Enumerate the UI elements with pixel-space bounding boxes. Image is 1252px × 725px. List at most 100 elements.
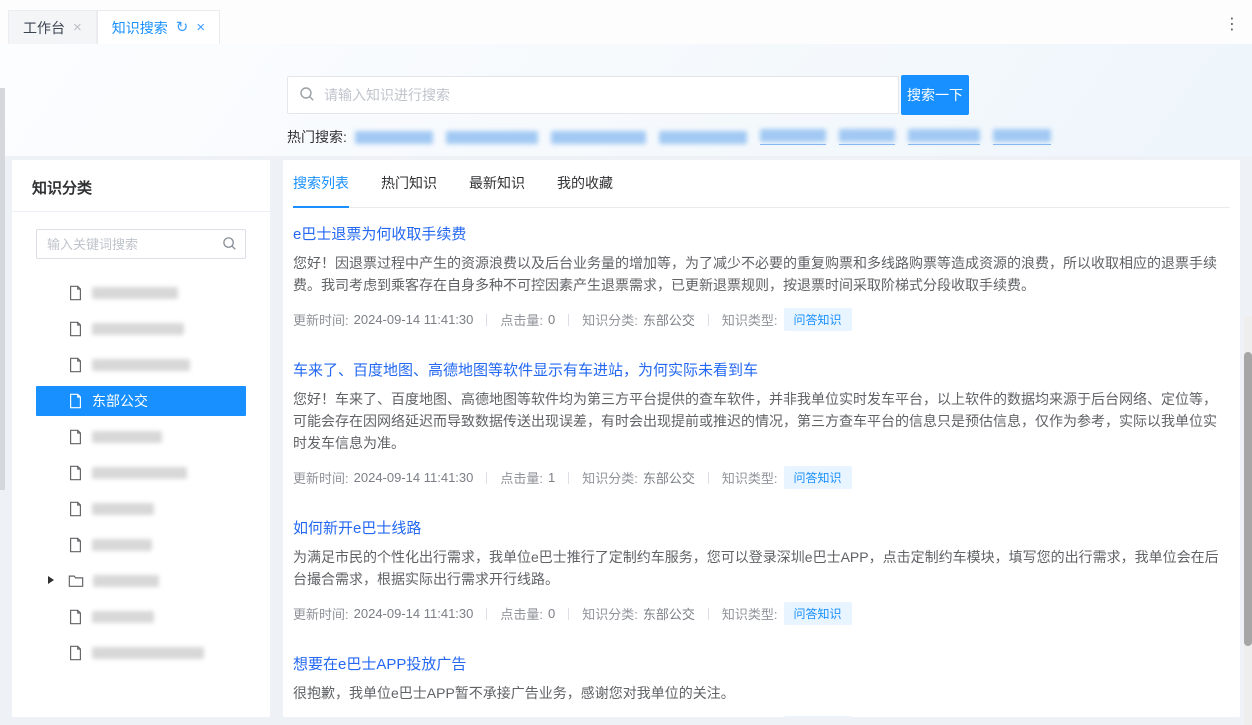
- article-title-link[interactable]: 车来了、百度地图、高德地图等软件显示有车进站，为何实际未看到车: [293, 359, 758, 380]
- meta-type-label: 知识类型:: [722, 604, 778, 623]
- hot-search-link-redacted[interactable]: [839, 129, 895, 145]
- meta-divider: [486, 608, 487, 620]
- meta-type-label: 知识类型:: [722, 310, 778, 329]
- results-tabs: 搜索列表 热门知识 最新知识 我的收藏: [293, 160, 1230, 208]
- category-item-redacted[interactable]: [36, 311, 246, 347]
- sidebar-title: 知识分类: [32, 177, 250, 198]
- hot-search-link-redacted[interactable]: [659, 131, 747, 144]
- tab-search-list[interactable]: 搜索列表: [293, 173, 349, 208]
- category-item-redacted[interactable]: [36, 455, 246, 491]
- category-item-label: 东部公交: [92, 391, 148, 411]
- category-item-redacted[interactable]: [36, 491, 246, 527]
- left-scrollbar-thumb[interactable]: [0, 88, 5, 490]
- document-icon: [68, 501, 83, 517]
- article-item: 如何新开e巴士线路 为满足市民的个性化出行需求，我单位e巴士推行了定制约车服务，…: [293, 502, 1230, 638]
- document-icon: [68, 321, 83, 337]
- meta-divider: [568, 472, 569, 484]
- close-icon[interactable]: ×: [196, 20, 205, 35]
- category-list: 东部公交: [36, 275, 246, 671]
- category-item-redacted[interactable]: [36, 419, 246, 455]
- hot-search-link-redacted[interactable]: [355, 131, 433, 144]
- tab-hot-knowledge[interactable]: 热门知识: [381, 173, 437, 207]
- knowledge-type-badge[interactable]: 问答知识: [784, 466, 852, 489]
- knowledge-type-badge[interactable]: 问答知识: [784, 308, 852, 331]
- search-section: 搜索一下 热门搜索:: [0, 44, 1252, 156]
- meta-clicks-value: 1: [548, 470, 555, 485]
- meta-divider: [486, 472, 487, 484]
- category-item-redacted[interactable]: [36, 635, 246, 671]
- article-title-link[interactable]: 想要在e巴士APP投放广告: [293, 653, 466, 674]
- hot-search-link-redacted[interactable]: [446, 131, 538, 144]
- article-meta: 更新时间: 2024-09-14 11:41:30 点击量: 0 知识分类: 东…: [293, 602, 1230, 625]
- folder-icon: [68, 574, 84, 588]
- article-meta: 更新时间: 2024-09-14 11:41:30 点击量: 0 知识分类: 东…: [293, 308, 1230, 331]
- document-icon: [68, 465, 83, 481]
- window-tabbar: 工作台 × 知识搜索 ↻ × ⋮: [0, 0, 1252, 44]
- meta-divider: [568, 314, 569, 326]
- meta-updated-label: 更新时间:: [293, 310, 349, 329]
- app-window: 工作台 × 知识搜索 ↻ × ⋮ 搜索一下 热门搜索:: [0, 0, 1252, 725]
- hot-search-label: 热门搜索:: [287, 127, 347, 147]
- meta-updated-label: 更新时间:: [293, 604, 349, 623]
- sidebar-header: 知识分类: [12, 160, 270, 212]
- search-button[interactable]: 搜索一下: [901, 75, 969, 115]
- hot-search-links: [355, 129, 1064, 145]
- document-icon: [68, 429, 83, 445]
- tab-workbench-label: 工作台: [23, 18, 65, 38]
- hot-search-link-redacted[interactable]: [993, 129, 1051, 145]
- meta-category-value: 东部公交: [643, 310, 695, 329]
- category-item-redacted[interactable]: [36, 527, 246, 563]
- category-item-redacted[interactable]: [36, 275, 246, 311]
- meta-updated-value: 2024-09-14 11:41:30: [354, 470, 474, 485]
- category-item-folder-redacted[interactable]: [36, 563, 246, 599]
- hot-search-link-redacted[interactable]: [760, 129, 826, 145]
- meta-clicks-label: 点击量:: [500, 468, 543, 487]
- meta-clicks-label: 点击量:: [500, 604, 543, 623]
- article-item: 车来了、百度地图、高德地图等软件显示有车进站，为何实际未看到车 您好！车来了、百…: [293, 344, 1230, 502]
- hot-search-link-redacted[interactable]: [908, 129, 980, 145]
- meta-divider: [568, 608, 569, 620]
- article-meta: 更新时间: 2024-09-14 11:41:30 点击量: 0 知识分类: 东…: [293, 716, 1230, 717]
- meta-type-label: 知识类型:: [722, 468, 778, 487]
- knowledge-search-input[interactable]: [287, 76, 899, 114]
- article-title-link[interactable]: e巴士退票为何收取手续费: [293, 223, 466, 244]
- tab-my-favorites[interactable]: 我的收藏: [557, 173, 613, 207]
- document-icon: [68, 537, 83, 553]
- vertical-scrollbar-thumb[interactable]: [1244, 352, 1252, 646]
- results-panel: 搜索列表 热门知识 最新知识 我的收藏 e巴士退票为何收取手续费 您好！因退票过…: [283, 160, 1240, 717]
- meta-divider: [708, 314, 709, 326]
- knowledge-search-box: [287, 76, 899, 114]
- article-summary: 为满足市民的个性化出行需求，我单位e巴士推行了定制约车服务，您可以登录深圳e巴士…: [293, 546, 1230, 590]
- tab-knowledge-search[interactable]: 知识搜索 ↻ ×: [97, 10, 220, 44]
- meta-updated-value: 2024-09-14 11:41:30: [354, 312, 474, 327]
- search-icon: [222, 236, 237, 256]
- hot-search-link-redacted[interactable]: [551, 131, 646, 144]
- category-item-dongbu-bus[interactable]: 东部公交: [36, 386, 246, 416]
- expand-caret-icon[interactable]: [48, 576, 54, 584]
- category-filter-input[interactable]: [36, 229, 246, 259]
- meta-divider: [708, 472, 709, 484]
- search-icon: [299, 86, 315, 107]
- meta-category-label: 知识分类:: [582, 604, 638, 623]
- knowledge-type-badge[interactable]: 问答知识: [784, 716, 852, 717]
- tab-workbench[interactable]: 工作台 ×: [8, 10, 97, 44]
- document-icon: [68, 285, 83, 301]
- meta-clicks-value: 0: [548, 606, 555, 621]
- refresh-icon[interactable]: ↻: [176, 20, 189, 35]
- category-item-redacted[interactable]: [36, 599, 246, 635]
- knowledge-type-badge[interactable]: 问答知识: [784, 602, 852, 625]
- category-item-redacted[interactable]: [36, 347, 246, 383]
- meta-category-label: 知识分类:: [582, 310, 638, 329]
- article-summary: 很抱歉，我单位e巴士APP暂不承接广告业务，感谢您对我单位的关注。: [293, 682, 1230, 704]
- close-icon[interactable]: ×: [73, 20, 82, 35]
- meta-category-value: 东部公交: [643, 604, 695, 623]
- meta-updated-label: 更新时间:: [293, 468, 349, 487]
- meta-clicks-value: 0: [548, 312, 555, 327]
- article-title-link[interactable]: 如何新开e巴士线路: [293, 517, 421, 538]
- meta-divider: [486, 314, 487, 326]
- more-menu-icon[interactable]: ⋮: [1224, 14, 1240, 34]
- tab-latest-knowledge[interactable]: 最新知识: [469, 173, 525, 207]
- category-filter-box: [36, 229, 246, 259]
- meta-category-value: 东部公交: [643, 468, 695, 487]
- meta-clicks-label: 点击量:: [500, 310, 543, 329]
